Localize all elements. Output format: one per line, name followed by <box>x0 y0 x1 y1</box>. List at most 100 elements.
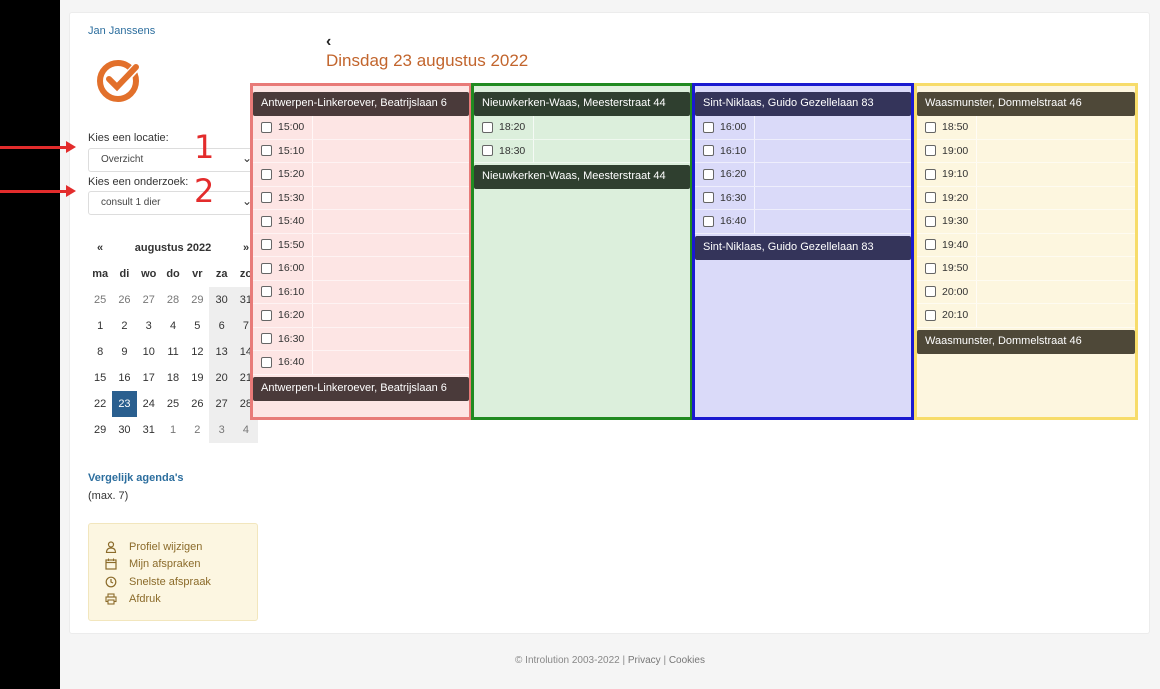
slot-checkbox[interactable] <box>261 121 272 133</box>
calendar-day[interactable]: 25 <box>88 287 112 313</box>
exam-select[interactable]: consult 1 dier ⌄ <box>88 191 257 215</box>
slot-checkbox[interactable] <box>261 215 272 227</box>
calendar-day[interactable]: 17 <box>137 365 161 391</box>
slot-checkbox[interactable] <box>925 192 936 204</box>
calendar-day[interactable]: 10 <box>137 339 161 365</box>
time-slot[interactable]: 19:30 <box>917 210 1135 234</box>
slot-checkbox[interactable] <box>261 145 272 157</box>
back-chevron-button[interactable]: ‹ <box>326 33 331 51</box>
time-slot[interactable]: 16:30 <box>253 327 469 351</box>
calendar-day[interactable]: 6 <box>209 313 234 339</box>
slot-checkbox[interactable] <box>261 333 272 345</box>
slot-checkbox[interactable] <box>925 239 936 251</box>
slot-checkbox[interactable] <box>261 192 272 204</box>
quick-link-mijn-afspraken[interactable]: Mijn afspraken <box>103 556 257 574</box>
time-slot[interactable]: 19:50 <box>917 257 1135 281</box>
slot-checkbox[interactable] <box>925 215 936 227</box>
slot-checkbox[interactable] <box>703 215 714 227</box>
calendar-day[interactable]: 30 <box>112 417 136 443</box>
calendar-day[interactable]: 9 <box>112 339 136 365</box>
time-slot[interactable]: 15:20 <box>253 163 469 187</box>
calendar-day[interactable]: 28 <box>161 287 185 313</box>
slot-checkbox[interactable] <box>925 309 936 321</box>
calendar-day[interactable]: 29 <box>185 287 209 313</box>
slot-checkbox[interactable] <box>925 262 936 274</box>
calendar-day[interactable]: 11 <box>161 339 185 365</box>
calendar-day[interactable]: 4 <box>233 417 259 443</box>
time-slot[interactable]: 16:00 <box>695 116 911 140</box>
time-slot[interactable]: 16:20 <box>253 304 469 328</box>
calendar-day[interactable]: 1 <box>88 313 112 339</box>
calendar-day[interactable]: 26 <box>112 287 136 313</box>
time-slot[interactable]: 19:10 <box>917 163 1135 187</box>
slot-checkbox[interactable] <box>261 356 272 368</box>
slot-checkbox[interactable] <box>482 121 493 133</box>
time-slot[interactable]: 19:00 <box>917 139 1135 163</box>
time-slot[interactable]: 16:10 <box>253 280 469 304</box>
calendar-day[interactable]: 27 <box>137 287 161 313</box>
calendar-day[interactable]: 29 <box>88 417 112 443</box>
calendar-day[interactable]: 5 <box>185 313 209 339</box>
calendar-day[interactable]: 12 <box>185 339 209 365</box>
calendar-day[interactable]: 25 <box>161 391 185 417</box>
time-slot[interactable]: 20:00 <box>917 280 1135 304</box>
time-slot[interactable]: 16:40 <box>253 351 469 375</box>
calendar-day[interactable]: 19 <box>185 365 209 391</box>
time-slot[interactable]: 18:30 <box>474 139 690 163</box>
time-slot[interactable]: 16:10 <box>695 139 911 163</box>
user-name-link[interactable]: Jan Janssens <box>88 25 155 37</box>
calendar-day[interactable]: 8 <box>88 339 112 365</box>
calendar-day[interactable]: 2 <box>112 313 136 339</box>
calendar-day[interactable]: 20 <box>209 365 234 391</box>
slot-checkbox[interactable] <box>703 145 714 157</box>
slot-checkbox[interactable] <box>703 121 714 133</box>
calendar-prev-button[interactable]: « <box>88 242 112 254</box>
time-slot[interactable]: 16:40 <box>695 210 911 234</box>
slot-checkbox[interactable] <box>703 192 714 204</box>
time-slot[interactable]: 16:00 <box>253 257 469 281</box>
calendar-day[interactable]: 1 <box>161 417 185 443</box>
time-slot[interactable]: 16:30 <box>695 186 911 210</box>
slot-checkbox[interactable] <box>261 309 272 321</box>
time-slot[interactable]: 19:40 <box>917 233 1135 257</box>
calendar-day[interactable]: 3 <box>137 313 161 339</box>
calendar-day[interactable]: 18 <box>161 365 185 391</box>
slot-checkbox[interactable] <box>261 262 272 274</box>
calendar-day[interactable]: 3 <box>209 417 234 443</box>
time-slot[interactable]: 15:10 <box>253 139 469 163</box>
time-slot[interactable]: 15:40 <box>253 210 469 234</box>
calendar-day[interactable]: 24 <box>137 391 161 417</box>
calendar-day[interactable]: 13 <box>209 339 234 365</box>
slot-checkbox[interactable] <box>925 168 936 180</box>
cookies-link[interactable]: Cookies <box>669 655 705 666</box>
time-slot[interactable]: 16:20 <box>695 163 911 187</box>
time-slot[interactable]: 15:50 <box>253 233 469 257</box>
calendar-day[interactable]: 22 <box>88 391 112 417</box>
slot-checkbox[interactable] <box>482 145 493 157</box>
calendar-day[interactable]: 16 <box>112 365 136 391</box>
quick-link-afdruk[interactable]: Afdruk <box>103 591 257 609</box>
time-slot[interactable]: 18:20 <box>474 116 690 140</box>
time-slot[interactable]: 20:10 <box>917 304 1135 328</box>
time-slot[interactable]: 18:50 <box>917 116 1135 140</box>
time-slot[interactable]: 15:00 <box>253 116 469 140</box>
slot-checkbox[interactable] <box>261 239 272 251</box>
calendar-day[interactable]: 30 <box>209 287 234 313</box>
calendar-day[interactable]: 2 <box>185 417 209 443</box>
time-slot[interactable]: 15:30 <box>253 186 469 210</box>
calendar-day[interactable]: 15 <box>88 365 112 391</box>
calendar-day[interactable]: 23 <box>112 391 137 417</box>
calendar-day[interactable]: 27 <box>209 391 234 417</box>
time-slot[interactable]: 19:20 <box>917 186 1135 210</box>
location-select[interactable]: Overzicht ⌄ <box>88 148 257 172</box>
slot-checkbox[interactable] <box>261 168 272 180</box>
calendar-day[interactable]: 26 <box>185 391 209 417</box>
calendar-day[interactable]: 31 <box>137 417 161 443</box>
quick-link-snelste-afspraak[interactable]: Snelste afspraak <box>103 573 257 591</box>
privacy-link[interactable]: Privacy <box>628 655 661 666</box>
slot-checkbox[interactable] <box>925 286 936 298</box>
quick-link-profiel-wijzigen[interactable]: Profiel wijzigen <box>103 538 257 556</box>
slot-checkbox[interactable] <box>925 121 936 133</box>
slot-checkbox[interactable] <box>261 286 272 298</box>
slot-checkbox[interactable] <box>703 168 714 180</box>
